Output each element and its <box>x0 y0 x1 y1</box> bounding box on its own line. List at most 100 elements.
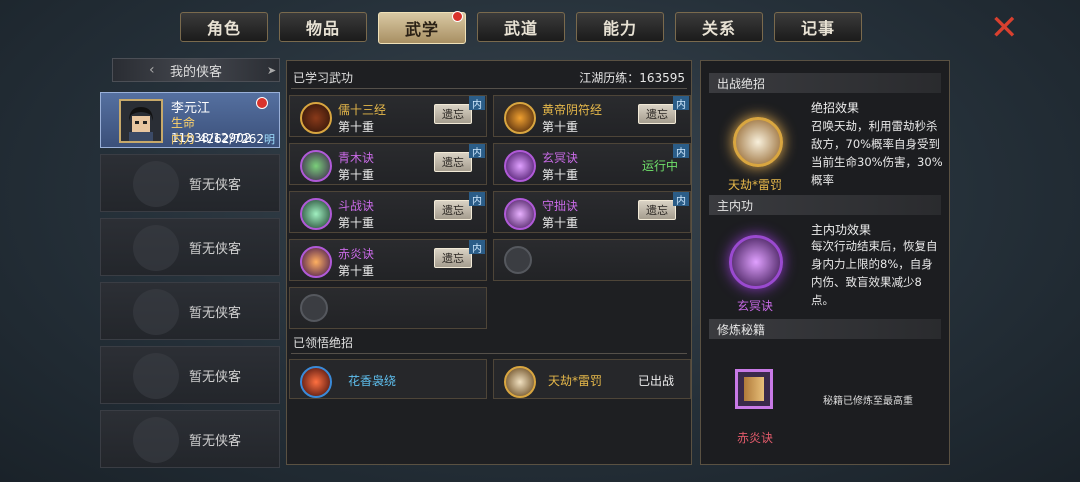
mp-row: 内力 4262/7262 <box>171 130 264 147</box>
portrait-icon <box>121 101 161 141</box>
forget-button[interactable]: 遗忘 <box>434 200 472 220</box>
notification-dot <box>256 97 268 109</box>
empty-hero-slot[interactable]: 暂无侠客 <box>100 154 280 212</box>
empty-hero-slot[interactable]: 暂无侠客 <box>100 218 280 276</box>
empty-slot-icon <box>300 294 328 322</box>
empty-slot-label: 暂无侠客 <box>188 305 241 321</box>
inner-skill-emblem <box>729 235 783 289</box>
silhouette-icon <box>133 353 179 399</box>
forget-button[interactable]: 遗忘 <box>434 152 472 172</box>
silhouette-icon <box>133 161 179 207</box>
divider <box>291 353 687 354</box>
inner-tag: 内 <box>469 192 485 207</box>
main-inner-skill-header: 主内功 <box>709 195 941 215</box>
inner-tag: 内 <box>469 240 485 255</box>
inner-tag: 内 <box>469 144 485 159</box>
skill-detail-panel: 出战绝招 天劫*雷罚 绝招效果 召唤天劫，利用雷劫秒杀敌方，70%概率自身受到当… <box>700 60 950 465</box>
close-icon[interactable]: ✕ <box>990 8 1019 48</box>
inner-tag: 内 <box>673 96 689 111</box>
skill-card[interactable]: 黄帝阴符经 第十重 遗忘 内 <box>493 95 691 137</box>
spark-icon[interactable] <box>715 221 795 301</box>
tab-relations[interactable]: 关系 <box>675 12 763 42</box>
inner-tag: 内 <box>673 192 689 207</box>
empty-slot-label: 暂无侠客 <box>188 369 241 385</box>
learned-skills-title: 已学习武功 <box>293 71 354 85</box>
martial-arts-panel: 已学习武功 江湖历练：163595 儒十三经 第十重 遗忘 内 黄帝阴符经 第十… <box>286 60 692 465</box>
inner-tag: 内 <box>673 144 689 159</box>
experience-label: 江湖历练：163595 <box>579 71 685 85</box>
empty-hero-slot[interactable]: 暂无侠客 <box>100 410 280 468</box>
lightning-icon[interactable] <box>715 99 795 179</box>
skill-level: 第十重 <box>338 264 375 278</box>
tab-bar: 角色 物品 武学 武道 能力 关系 记事 <box>180 11 862 44</box>
flame-icon <box>300 246 332 278</box>
effect-title: 绝招效果 <box>811 101 860 115</box>
divider <box>291 88 687 89</box>
skill-level: 第十重 <box>542 216 579 230</box>
running-status: 运行中 <box>642 159 679 173</box>
effect-title: 主内功效果 <box>811 223 872 237</box>
forget-button[interactable]: 遗忘 <box>638 104 676 124</box>
skill-level: 第十重 <box>338 216 375 230</box>
hero-list-panel: ‹ 我的侠客 ➤ 李元江 生命 11838/12902 内力 4262/7262… <box>100 58 280 478</box>
skill-card[interactable]: 守拙诀 第十重 遗忘 内 <box>493 191 691 233</box>
tab-martial-way[interactable]: 武道 <box>477 12 565 42</box>
notification-dot <box>452 11 463 22</box>
skill-level: 第十重 <box>542 168 579 182</box>
leaf-icon <box>300 150 332 182</box>
skill-name: 黄帝阴符经 <box>542 103 603 117</box>
silhouette-icon <box>133 417 179 463</box>
empty-slot-label: 暂无侠客 <box>188 433 241 449</box>
swirl-icon <box>504 198 536 230</box>
skill-name: 守拙诀 <box>542 199 579 213</box>
tab-label: 武道 <box>503 19 538 38</box>
forget-button[interactable]: 遗忘 <box>638 200 676 220</box>
skill-card[interactable]: 儒十三经 第十重 遗忘 内 <box>289 95 487 137</box>
forget-button[interactable]: 遗忘 <box>434 248 472 268</box>
claw-icon <box>300 198 332 230</box>
tab-journal[interactable]: 记事 <box>774 12 862 42</box>
hero-list-header: ‹ 我的侠客 ➤ <box>112 58 280 82</box>
skill-level: 第十重 <box>338 120 375 134</box>
ultimate-card[interactable]: 花香袅绕 <box>289 359 487 399</box>
play-arrow-icon[interactable]: ➤ <box>267 64 276 77</box>
mp-label: 内力 <box>171 132 196 146</box>
tab-role[interactable]: 角色 <box>180 12 268 42</box>
tab-martial-arts[interactable]: 武学 <box>378 11 466 44</box>
skill-card[interactable]: 青木诀 第十重 遗忘 内 <box>289 143 487 185</box>
hero-list-title: 我的侠客 <box>169 64 222 80</box>
hero-tag: 明 <box>264 133 275 146</box>
tab-label: 能力 <box>602 19 637 38</box>
empty-hero-slot[interactable]: 暂无侠客 <box>100 282 280 340</box>
hp-label: 生命 <box>171 116 196 130</box>
empty-slot-icon <box>504 246 532 274</box>
skill-card[interactable]: 玄冥诀 第十重 运行中 内 <box>493 143 691 185</box>
chevron-left-icon[interactable]: ‹ <box>149 62 155 78</box>
cultivate-skill-name: 赤炎诀 <box>736 431 773 445</box>
cultivate-note: 秘籍已修炼至最高重 <box>823 396 913 407</box>
book-icon[interactable] <box>715 351 795 431</box>
tab-label: 记事 <box>800 19 835 38</box>
silhouette-icon <box>133 289 179 335</box>
skill-card[interactable]: 赤炎诀 第十重 遗忘 内 <box>289 239 487 281</box>
hero-card-selected[interactable]: 李元江 生命 11838/12902 内力 4262/7262 明 <box>100 92 280 148</box>
empty-skill-slot[interactable] <box>493 239 691 281</box>
main-skill-name: 玄冥诀 <box>736 299 773 313</box>
deployed-status: 已出战 <box>638 374 675 388</box>
skill-card[interactable]: 斗战诀 第十重 遗忘 内 <box>289 191 487 233</box>
tab-items[interactable]: 物品 <box>279 12 367 42</box>
silhouette-icon <box>133 225 179 271</box>
tab-ability[interactable]: 能力 <box>576 12 664 42</box>
skill-name: 斗战诀 <box>338 199 375 213</box>
ultimate-card[interactable]: 天劫*雷罚 已出战 <box>493 359 691 399</box>
effect-description: 每次行动结束后，恢复自身内力上限的8%，自身内伤、致盲效果减少8点。 <box>811 239 938 307</box>
ultimate-name: 花香袅绕 <box>348 374 397 388</box>
inner-tag: 内 <box>469 96 485 111</box>
skill-name: 青木诀 <box>338 151 375 165</box>
empty-hero-slot[interactable]: 暂无侠客 <box>100 346 280 404</box>
skill-name: 儒十三经 <box>338 103 387 117</box>
forget-button[interactable]: 遗忘 <box>434 104 472 124</box>
empty-skill-slot[interactable] <box>289 287 487 329</box>
cultivate-header: 修炼秘籍 <box>709 319 941 339</box>
tab-label: 武学 <box>404 20 439 39</box>
